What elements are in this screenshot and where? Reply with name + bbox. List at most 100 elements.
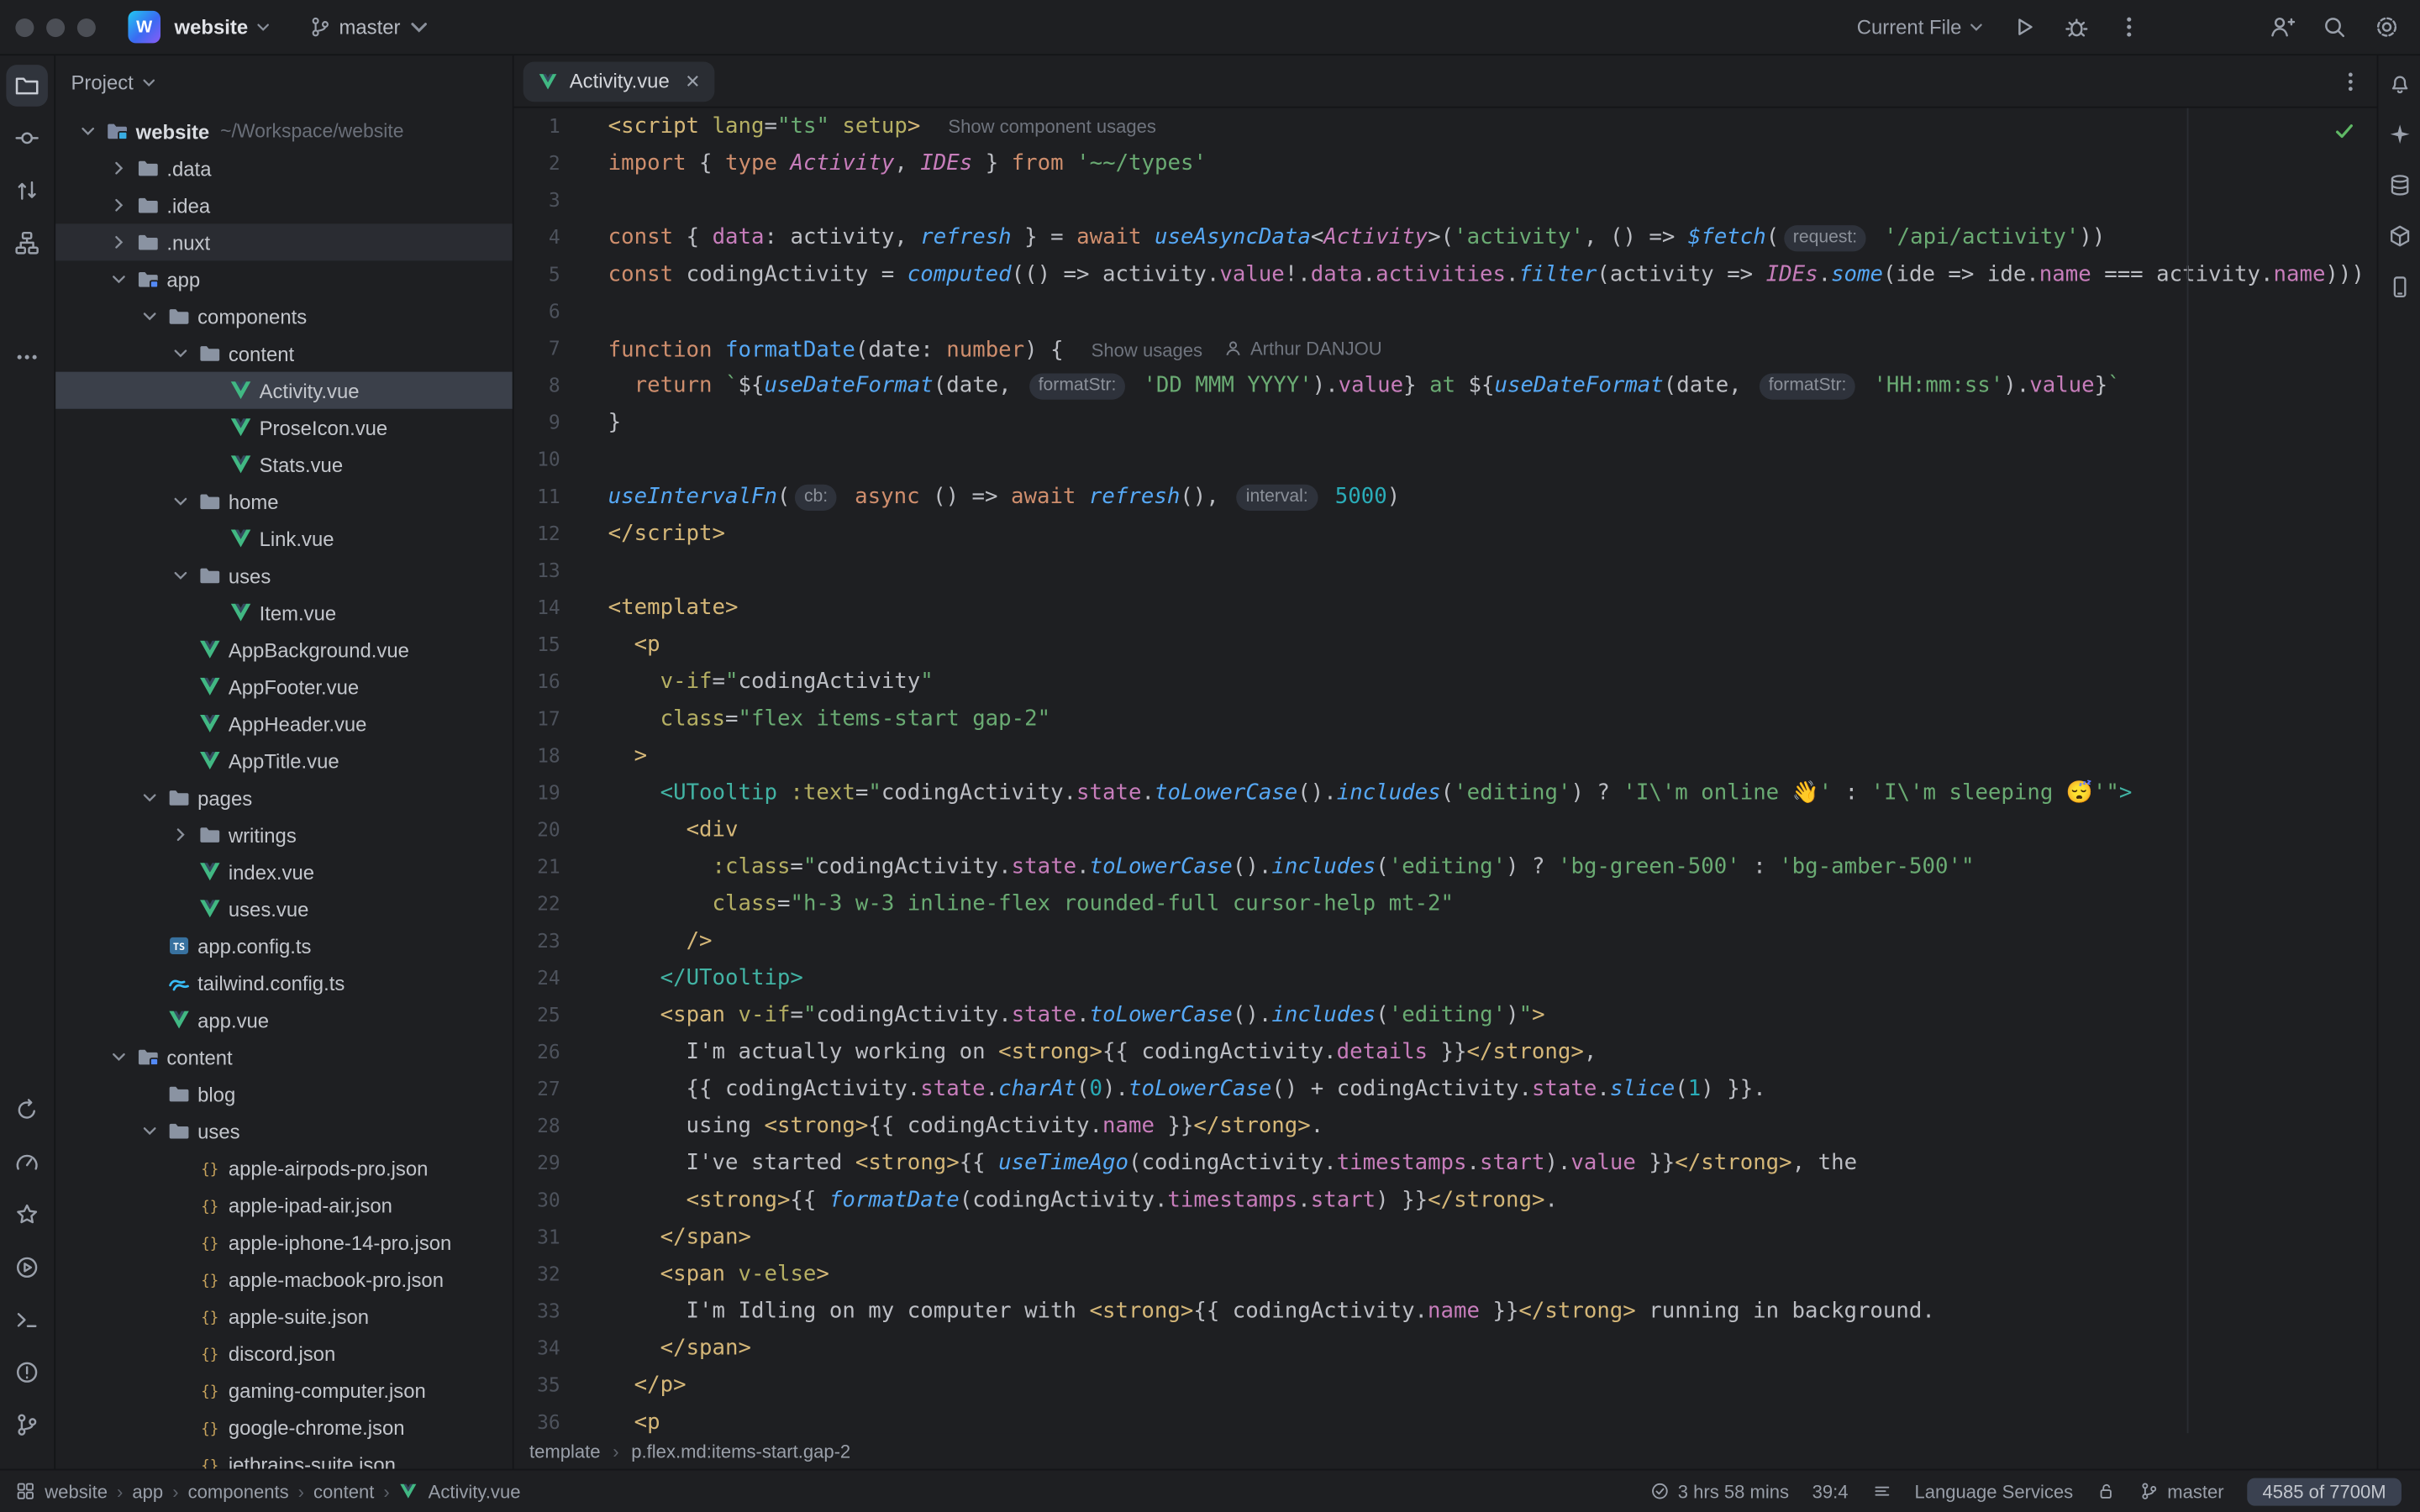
run-tool-icon[interactable] (6, 1089, 48, 1131)
code-vision-hint[interactable]: Show usages (1092, 339, 1202, 361)
tree-row-apptitle-vue[interactable]: AppTitle.vue (55, 742, 513, 779)
code-author-hint[interactable]: Arthur DANJOU (1224, 330, 1382, 367)
line-number[interactable]: 25 (514, 997, 585, 1034)
line-number[interactable]: 3 (514, 182, 585, 219)
code-line[interactable]: 21 :class="codingActivity.state.toLowerC… (514, 848, 2377, 885)
code-line[interactable]: 18 > (514, 738, 2377, 774)
line-number[interactable]: 20 (514, 811, 585, 848)
database-icon[interactable] (2381, 166, 2417, 203)
terminal-tool-icon[interactable] (6, 1299, 48, 1341)
line-number[interactable]: 12 (514, 515, 585, 552)
line-number[interactable]: 16 (514, 664, 585, 701)
code-line[interactable]: 7function formatDate(date: number) {Show… (514, 330, 2377, 367)
code-line[interactable]: 26 I'm actually working on <strong>{{ co… (514, 1034, 2377, 1071)
line-number[interactable]: 30 (514, 1182, 585, 1219)
project-panel-header[interactable]: Project (55, 55, 513, 108)
time-tracked-widget[interactable]: 3 hrs 58 mins (1650, 1480, 1789, 1502)
tree-row-appbackground-vue[interactable]: AppBackground.vue (55, 631, 513, 668)
tree-row--data[interactable]: .data (55, 150, 513, 186)
breadcrumb-element[interactable]: p.flex.md:items-start.gap-2 (631, 1441, 850, 1462)
line-number[interactable]: 23 (514, 922, 585, 959)
code-line[interactable]: 5const codingActivity = computed(() => a… (514, 256, 2377, 293)
code-editor[interactable]: 1<script lang="ts" setup>Show component … (514, 108, 2377, 1434)
chevron-right-icon[interactable] (105, 233, 131, 251)
search-everywhere-button[interactable] (2321, 14, 2347, 40)
line-number[interactable]: 27 (514, 1071, 585, 1108)
chevron-down-icon[interactable] (105, 270, 131, 288)
code-line[interactable]: 22 class="h-3 w-3 inline-flex rounded-fu… (514, 885, 2377, 922)
line-number[interactable]: 24 (514, 959, 585, 996)
chevron-right-icon[interactable] (105, 159, 131, 177)
tree-row-tailwind-config-ts[interactable]: tailwind.config.ts (55, 964, 513, 1001)
status-path-item[interactable]: Activity.vue (429, 1480, 521, 1502)
tree-row-proseicon-vue[interactable]: ProseIcon.vue (55, 409, 513, 446)
tree-row-uses-vue[interactable]: uses.vue (55, 890, 513, 927)
tree-row-components[interactable]: components (55, 297, 513, 334)
notifications-icon[interactable] (2381, 65, 2417, 102)
tree-row-app[interactable]: app (55, 260, 513, 297)
code-line[interactable]: 20 <div (514, 811, 2377, 848)
project-selector[interactable]: website (175, 15, 271, 39)
tree-row-content[interactable]: content (55, 1038, 513, 1075)
code-line[interactable]: 13 (514, 553, 2377, 590)
tree-row-apple-iphone-14-pro-json[interactable]: {}apple-iphone-14-pro.json (55, 1224, 513, 1261)
code-with-me-button[interactable] (2269, 14, 2295, 40)
inspection-status-icon[interactable] (2333, 120, 2355, 142)
line-number[interactable]: 32 (514, 1256, 585, 1293)
formatting-widget-icon[interactable] (1871, 1481, 1891, 1501)
line-number[interactable]: 26 (514, 1034, 585, 1071)
tree-row-item-vue[interactable]: Item.vue (55, 594, 513, 631)
line-number[interactable]: 22 (514, 885, 585, 922)
dependencies-icon[interactable] (2381, 218, 2417, 255)
tree-row--nuxt[interactable]: .nuxt (55, 223, 513, 260)
line-number[interactable]: 36 (514, 1404, 585, 1433)
chevron-down-icon[interactable] (136, 307, 162, 326)
tree-row-apple-suite-json[interactable]: {}apple-suite.json (55, 1298, 513, 1335)
status-path-item[interactable]: app (132, 1480, 163, 1502)
chevron-down-icon[interactable] (166, 566, 192, 585)
code-line[interactable]: 35 </p> (514, 1367, 2377, 1404)
line-number[interactable]: 33 (514, 1293, 585, 1330)
services-tool-icon[interactable] (6, 1194, 48, 1236)
code-line[interactable]: 2import { type Activity, IDEs } from '~~… (514, 145, 2377, 182)
device-preview-icon[interactable] (2381, 269, 2417, 306)
editor-options-icon[interactable] (2338, 69, 2363, 93)
tree-row-uses[interactable]: uses (55, 557, 513, 594)
memory-indicator[interactable]: 4585 of 7700M (2247, 1478, 2402, 1505)
code-line[interactable]: 15 <p (514, 627, 2377, 664)
line-number[interactable]: 2 (514, 145, 585, 182)
line-number[interactable]: 29 (514, 1145, 585, 1182)
code-line[interactable]: 17 class="flex items-start gap-2" (514, 701, 2377, 738)
line-number[interactable]: 34 (514, 1330, 585, 1367)
tree-row-google-chrome-json[interactable]: {}google-chrome.json (55, 1409, 513, 1446)
ai-assistant-icon[interactable] (2381, 116, 2417, 153)
code-line[interactable]: 8 return `${useDateFormat(date, formatSt… (514, 367, 2377, 404)
window-close-button[interactable] (15, 18, 34, 36)
chevron-down-icon[interactable] (105, 1047, 131, 1066)
code-line[interactable]: 34 </span> (514, 1330, 2377, 1367)
run-button[interactable] (2011, 14, 2037, 40)
code-line[interactable]: 28 using <strong>{{ codingActivity.name … (514, 1108, 2377, 1145)
code-line[interactable]: 32 <span v-else> (514, 1256, 2377, 1293)
tree-row-content[interactable]: content (55, 335, 513, 372)
line-number[interactable]: 9 (514, 404, 585, 441)
code-line[interactable]: 36 <p (514, 1404, 2377, 1433)
tree-row-index-vue[interactable]: index.vue (55, 853, 513, 890)
line-number[interactable]: 18 (514, 738, 585, 774)
tree-row-app-vue[interactable]: app.vue (55, 1001, 513, 1038)
more-actions-button[interactable] (2116, 14, 2142, 40)
line-number[interactable]: 6 (514, 293, 585, 330)
tree-row-blog[interactable]: blog (55, 1075, 513, 1112)
tree-row-jetbrains-suite-json[interactable]: {}jetbrains-suite.json (55, 1446, 513, 1469)
line-number[interactable]: 8 (514, 367, 585, 404)
tree-row--idea[interactable]: .idea (55, 186, 513, 223)
window-minimize-button[interactable] (46, 18, 65, 36)
code-line[interactable]: 19 <UTooltip :text="codingActivity.state… (514, 774, 2377, 811)
status-path-item[interactable]: components (188, 1480, 289, 1502)
debug-button[interactable] (2064, 14, 2090, 40)
code-line[interactable]: 1<script lang="ts" setup>Show component … (514, 108, 2377, 145)
code-line[interactable]: 10 (514, 441, 2377, 478)
chevron-right-icon[interactable] (166, 826, 192, 844)
chevron-right-icon[interactable] (105, 196, 131, 214)
code-line[interactable]: 9} (514, 404, 2377, 441)
